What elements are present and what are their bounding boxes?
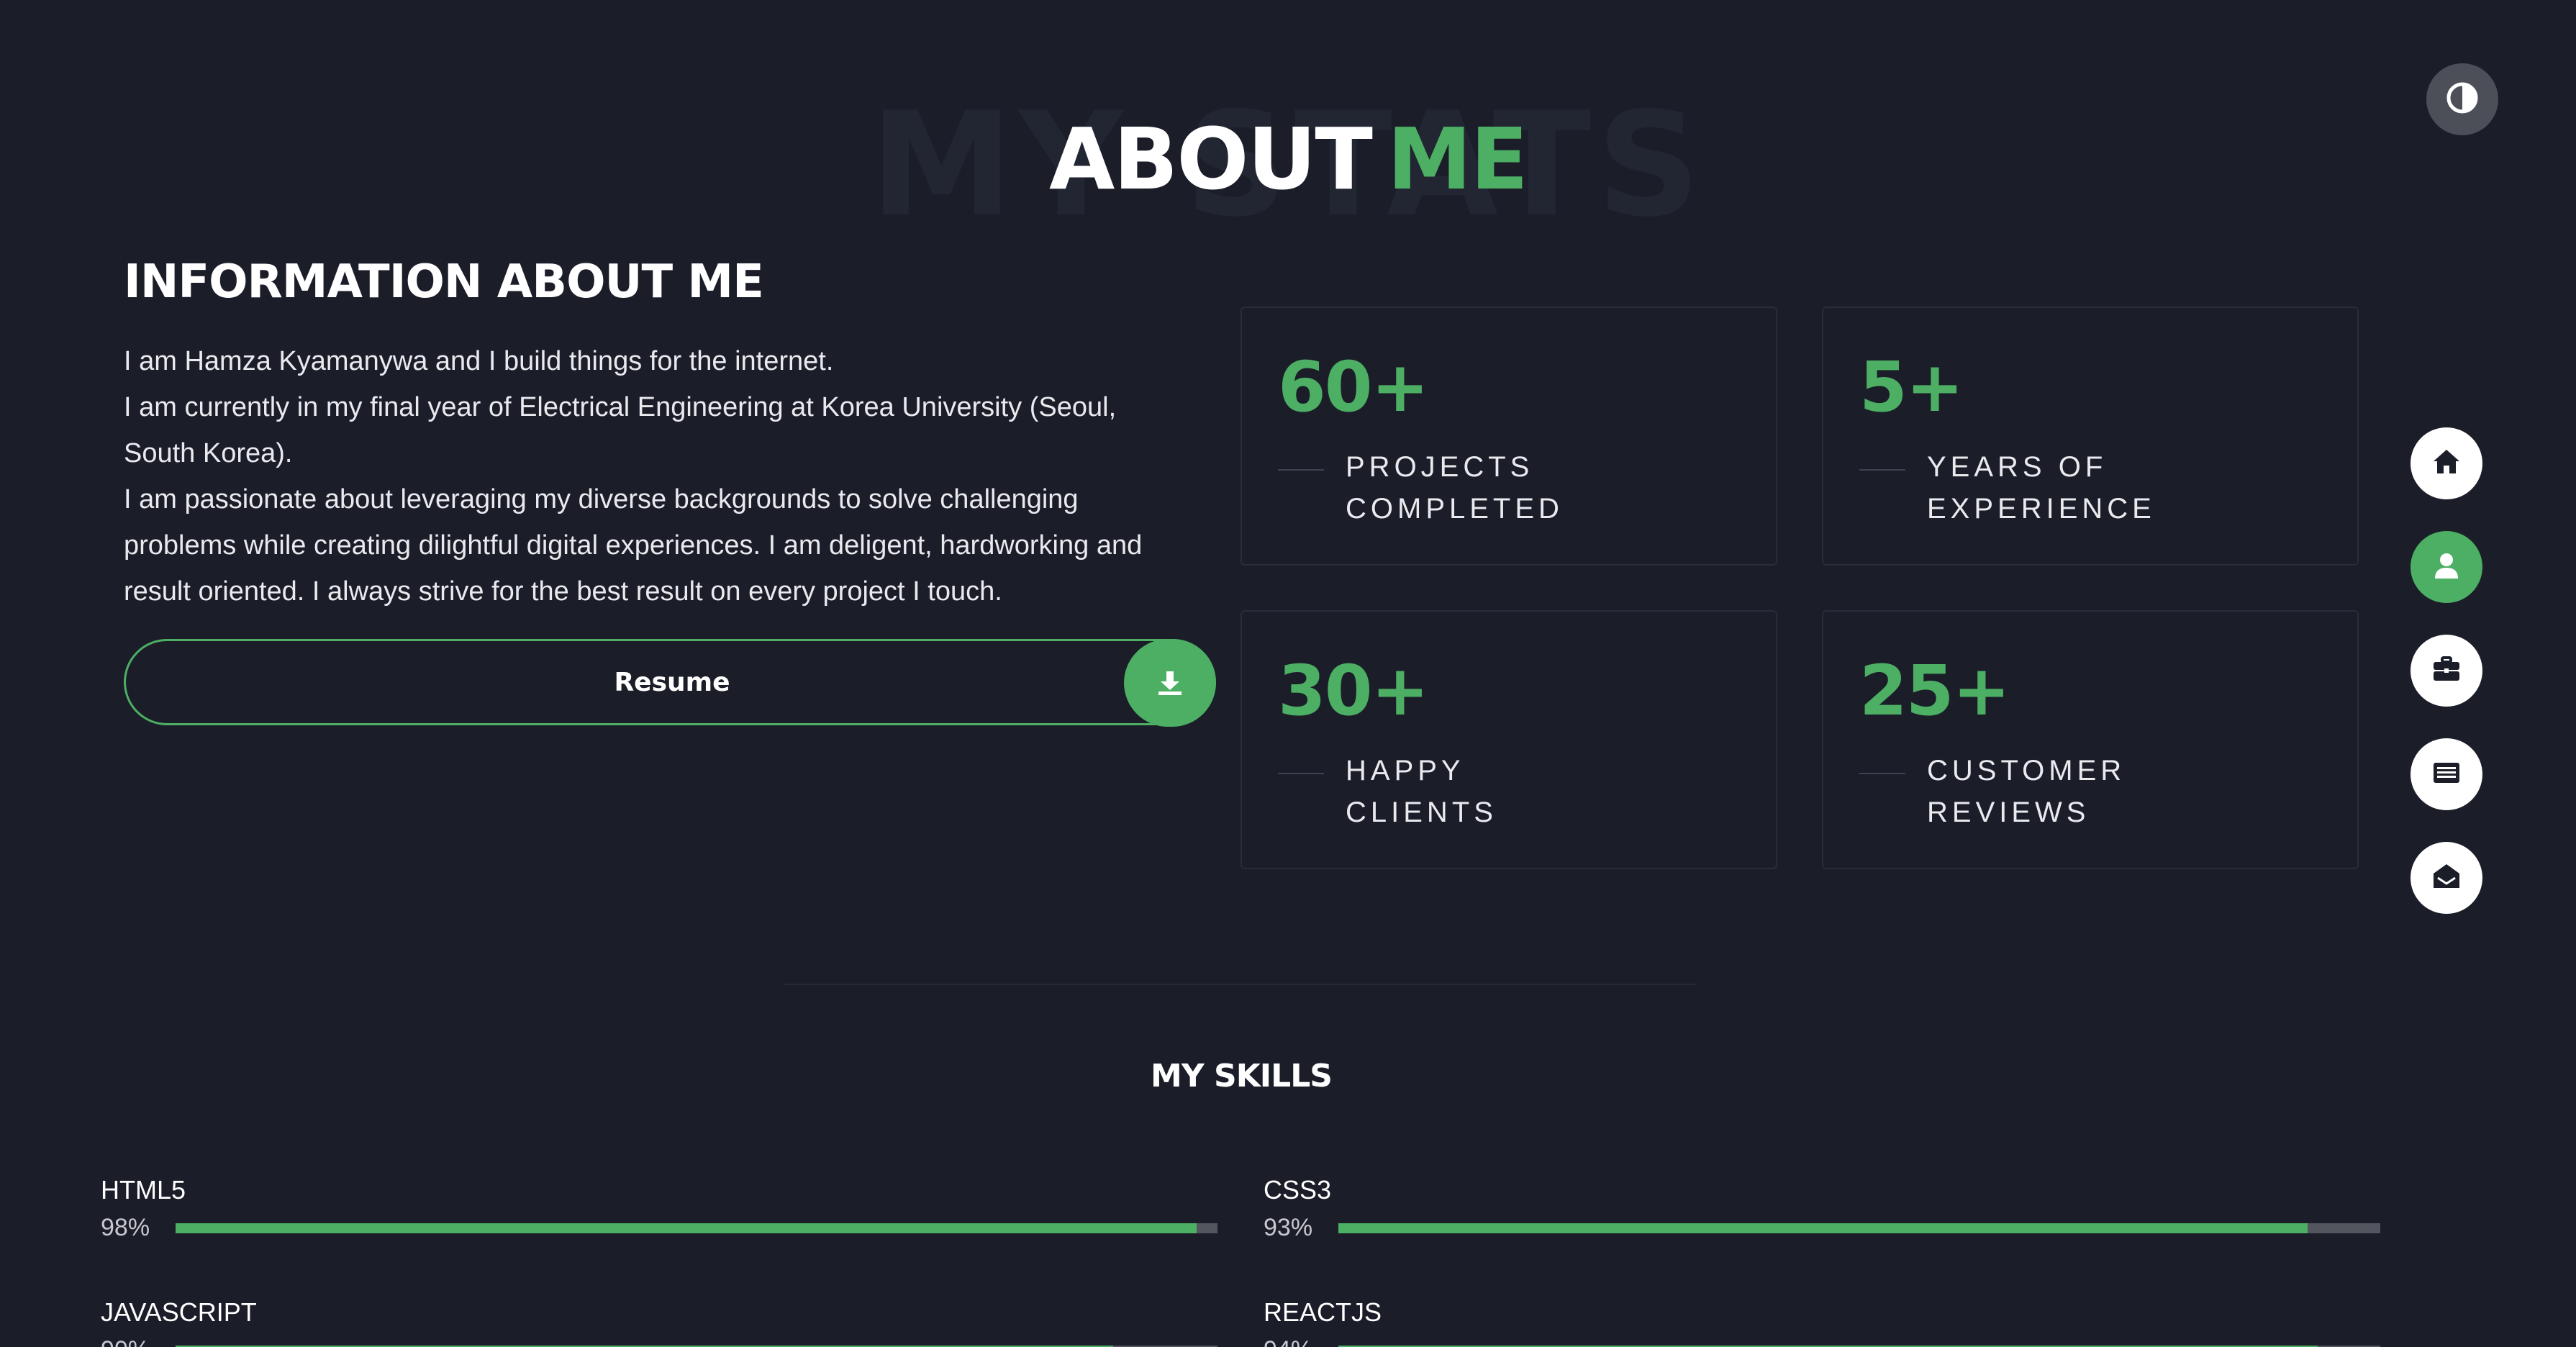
info-heading: INFORMATION ABOUT ME [124, 255, 764, 309]
title-word-me: ME [1387, 109, 1528, 209]
skill-progress-bar [176, 1223, 1217, 1233]
skill-item-css3: CSS3 93% [1264, 1174, 2380, 1253]
skill-progress-fill [1338, 1223, 2308, 1233]
mail-icon [2431, 861, 2462, 895]
section-divider [784, 984, 1697, 985]
stat-label: PROJECTS COMPLETED [1346, 446, 1749, 530]
skill-item-javascript: JAVASCRIPT 90% [101, 1297, 1217, 1347]
stat-number: 5+ [1859, 347, 1964, 427]
info-bio: I am Hamza Kyamanywa and I build things … [124, 338, 1189, 614]
nav-contact-button[interactable] [2411, 842, 2482, 914]
section-header: MY STATS ABOUT ME [0, 72, 2576, 245]
stat-number: 25+ [1859, 650, 2010, 731]
stat-divider-line [1278, 773, 1324, 774]
skill-percent: 93% [1264, 1214, 1313, 1241]
resume-label: Resume [614, 668, 730, 697]
blog-icon [2431, 757, 2462, 792]
stat-label-line: EXPERIENCE [1927, 493, 2156, 525]
stat-label-line: HAPPY [1346, 755, 1465, 786]
stat-number: 60+ [1278, 347, 1429, 427]
skill-item-html5: HTML5 98% [101, 1174, 1217, 1253]
stat-number: 30+ [1278, 650, 1429, 731]
stat-divider-line [1859, 469, 1905, 471]
stat-card-reviews: 25+ CUSTOMER REVIEWS [1822, 610, 2359, 869]
stat-label-line: REVIEWS [1927, 797, 2090, 828]
stat-label-line: PROJECTS [1346, 451, 1534, 483]
skill-progress-bar [1338, 1223, 2380, 1233]
stat-label: CUSTOMER REVIEWS [1927, 750, 2330, 833]
skill-progress-fill [176, 1223, 1197, 1233]
contrast-icon [2446, 81, 2479, 117]
stat-card-experience: 5+ YEARS OF EXPERIENCE [1822, 307, 2359, 566]
stat-label: YEARS OF EXPERIENCE [1927, 446, 2330, 530]
skill-name: JAVASCRIPT [101, 1297, 257, 1327]
stat-divider-line [1278, 469, 1324, 471]
nav-blog-button[interactable] [2411, 738, 2482, 810]
skill-name: REACTJS [1264, 1297, 1382, 1327]
home-icon [2431, 446, 2462, 481]
stat-divider-line [1859, 773, 1905, 774]
title-word-about: ABOUT [1049, 109, 1373, 209]
skill-percent: 90% [101, 1335, 150, 1347]
stat-label-line: CLIENTS [1346, 797, 1497, 828]
stat-label-line: CUSTOMER [1927, 755, 2126, 786]
stat-card-clients: 30+ HAPPY CLIENTS [1241, 610, 1777, 869]
resume-download-button[interactable]: Resume [124, 639, 1216, 727]
bio-paragraph: I am currently in my final year of Elect… [124, 392, 1117, 468]
skill-name: HTML5 [101, 1175, 186, 1205]
skills-heading: MY SKILLS [1151, 1058, 1333, 1094]
skill-item-reactjs: REACTJS 94% [1264, 1297, 2380, 1347]
page: MY STATS ABOUT ME INFORMATION ABOUT ME I … [0, 0, 2576, 1347]
stat-label-line: COMPLETED [1346, 493, 1564, 525]
nav-about-button[interactable] [2411, 531, 2482, 603]
theme-toggle-button[interactable] [2426, 63, 2498, 135]
stat-label: HAPPY CLIENTS [1346, 750, 1749, 833]
user-icon [2431, 550, 2462, 584]
briefcase-icon [2431, 653, 2462, 688]
download-icon [1124, 639, 1216, 727]
stat-card-projects: 60+ PROJECTS COMPLETED [1241, 307, 1777, 566]
bio-paragraph: I am passionate about leveraging my dive… [124, 484, 1143, 607]
skill-name: CSS3 [1264, 1175, 1332, 1205]
nav-home-button[interactable] [2411, 427, 2482, 499]
page-title: ABOUT ME [0, 117, 2576, 201]
bio-paragraph: I am Hamza Kyamanywa and I build things … [124, 346, 834, 376]
skill-percent: 94% [1264, 1335, 1312, 1347]
stat-label-line: YEARS OF [1927, 451, 2108, 483]
skill-percent: 98% [101, 1214, 150, 1241]
nav-portfolio-button[interactable] [2411, 635, 2482, 707]
